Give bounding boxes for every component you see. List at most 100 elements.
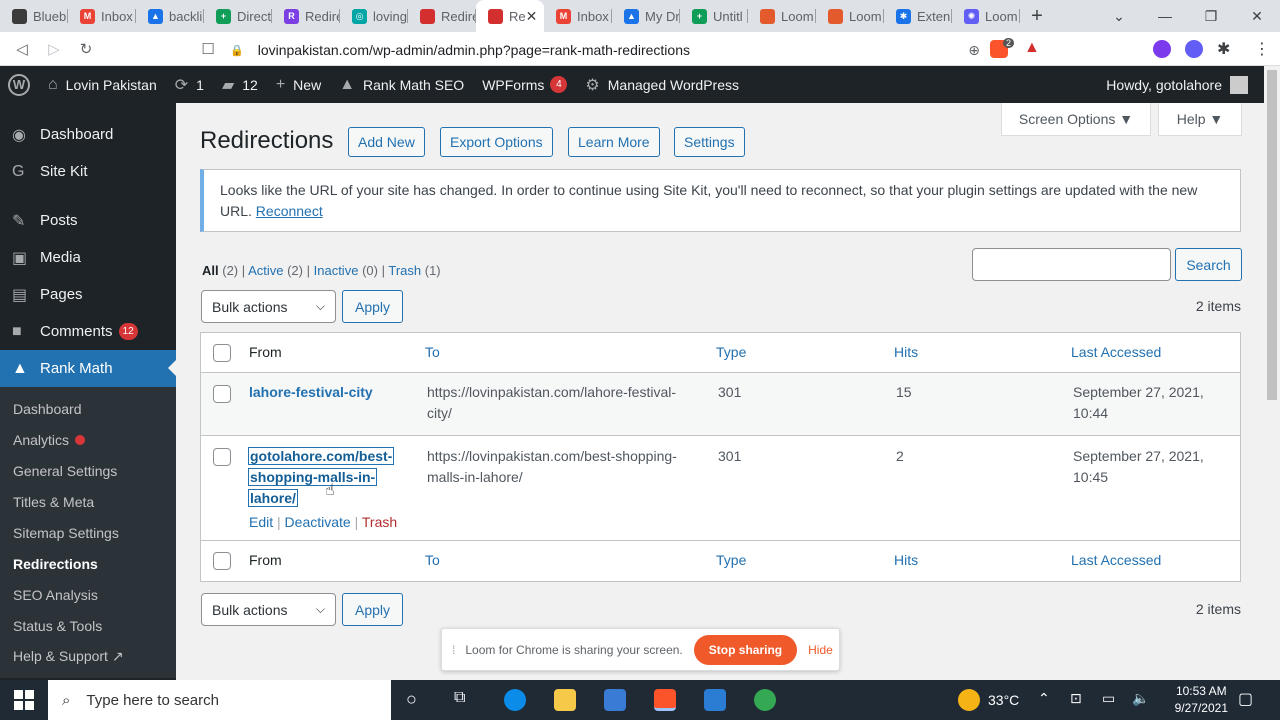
- store-icon[interactable]: [604, 689, 626, 711]
- reconnect-link[interactable]: Reconnect: [256, 203, 323, 219]
- minimize-button[interactable]: —: [1142, 8, 1188, 24]
- hide-button[interactable]: Hide: [808, 643, 833, 657]
- notifications-icon[interactable]: ▢: [1238, 689, 1253, 709]
- browser-tab[interactable]: M Inbox: [68, 0, 136, 32]
- row-checkbox[interactable]: [213, 448, 231, 466]
- taskbar-search-box[interactable]: ⌕ Type here to search: [48, 680, 391, 720]
- submenu-item[interactable]: Status & Tools: [0, 610, 176, 641]
- browser-tab[interactable]: ◎ loving: [340, 0, 408, 32]
- sidebar-item-pages[interactable]: ▤ Pages: [0, 276, 176, 313]
- sidebar-item-dashboard[interactable]: ◉ Dashboard: [0, 116, 176, 153]
- column-hits[interactable]: Hits: [894, 342, 918, 363]
- view-inactive[interactable]: Inactive: [314, 263, 359, 278]
- browser-tab[interactable]: Loom: [748, 0, 816, 32]
- browser-tab[interactable]: ✱ Exten: [884, 0, 952, 32]
- page-scrollbar[interactable]: [1264, 66, 1280, 680]
- chrome-menu-icon[interactable]: ⋮: [1254, 39, 1270, 59]
- sidebar-item-posts[interactable]: ✎ Posts: [0, 202, 176, 239]
- column-to[interactable]: To: [425, 342, 440, 363]
- select-all-checkbox[interactable]: [213, 344, 231, 362]
- zoom-icon[interactable]: ⊕: [968, 42, 980, 59]
- bulk-actions-select-top[interactable]: Bulk actions ⌵: [201, 290, 336, 323]
- wordpress-logo-icon[interactable]: W: [8, 73, 30, 96]
- browser-tab[interactable]: ▲ My Dr: [612, 0, 680, 32]
- updates-link[interactable]: ⟳ 1: [175, 75, 204, 95]
- forward-icon[interactable]: ▷: [38, 40, 70, 58]
- edit-link[interactable]: Edit: [249, 514, 273, 530]
- extension-w-icon[interactable]: [1153, 40, 1171, 58]
- mail-icon[interactable]: [704, 689, 726, 711]
- address-bar[interactable]: 🔒 lovinpakistan.com/wp-admin/admin.php?p…: [230, 38, 980, 62]
- comments-link[interactable]: ▰ 12: [222, 75, 258, 95]
- wpforms-link[interactable]: WPForms 4: [482, 76, 568, 93]
- export-options-button[interactable]: Export Options: [440, 127, 553, 157]
- add-new-button[interactable]: Add New: [348, 127, 425, 157]
- row-checkbox[interactable]: [213, 385, 231, 403]
- settings-button[interactable]: Settings: [674, 127, 745, 157]
- brave-rewards-icon[interactable]: ▲: [1024, 39, 1040, 57]
- managed-wordpress-link[interactable]: ⚙ Managed WordPress: [585, 75, 739, 95]
- howdy-account-link[interactable]: Howdy, gotolahore: [1106, 66, 1248, 103]
- sidebar-item-rank-math[interactable]: ▲ Rank Math: [0, 350, 176, 387]
- submenu-item[interactable]: Sitemap Settings: [0, 517, 176, 548]
- column-type[interactable]: Type: [716, 550, 746, 571]
- tray-chevron-icon[interactable]: ⌃: [1038, 690, 1050, 707]
- cortana-icon[interactable]: ○: [406, 689, 417, 710]
- browser-tab[interactable]: + Direct: [204, 0, 272, 32]
- redirect-from-link[interactable]: gotolahore.com/best- shopping-malls-in- …: [247, 446, 395, 509]
- rank-math-seo-link[interactable]: ▲ Rank Math SEO: [339, 76, 464, 94]
- browser-tab[interactable]: Blueb: [0, 0, 68, 32]
- help-button[interactable]: Help ▼: [1158, 103, 1242, 136]
- loom-extension-icon[interactable]: [1185, 40, 1203, 58]
- taskbar-clock[interactable]: 10:53 AM 9/27/2021: [1175, 683, 1228, 717]
- sidebar-item-media[interactable]: ▣ Media: [0, 239, 176, 276]
- chrome-taskbar-icon[interactable]: [754, 689, 776, 711]
- file-explorer-icon[interactable]: [554, 689, 576, 711]
- network-icon[interactable]: ⊡: [1070, 690, 1082, 707]
- browser-tab[interactable]: + Untitl: [680, 0, 748, 32]
- apply-button-top[interactable]: Apply: [342, 290, 403, 323]
- bulk-actions-select-bottom[interactable]: Bulk actions ⌵: [201, 593, 336, 626]
- site-name-link[interactable]: ⌂ Lovin Pakistan: [48, 76, 157, 94]
- apply-button-bottom[interactable]: Apply: [342, 593, 403, 626]
- stop-sharing-button[interactable]: Stop sharing: [693, 634, 798, 665]
- submenu-item[interactable]: Titles & Meta: [0, 486, 176, 517]
- brave-taskbar-icon[interactable]: [654, 689, 676, 711]
- browser-tab[interactable]: Redire: [408, 0, 476, 32]
- reload-icon[interactable]: ↻: [70, 40, 102, 58]
- weather-icon[interactable]: [958, 689, 980, 711]
- column-type[interactable]: Type: [716, 342, 746, 363]
- browser-tab[interactable]: ▲ backli: [136, 0, 204, 32]
- select-all-checkbox-footer[interactable]: [213, 552, 231, 570]
- sidebar-item-comments[interactable]: ■ Comments 12: [0, 313, 176, 350]
- submenu-item[interactable]: Redirections: [0, 548, 176, 579]
- screen-options-button[interactable]: Screen Options ▼: [1001, 103, 1151, 136]
- search-button[interactable]: Search: [1175, 248, 1242, 281]
- battery-icon[interactable]: ▭: [1102, 690, 1115, 707]
- maximize-button[interactable]: ❐: [1188, 8, 1234, 25]
- bookmark-icon[interactable]: ☐: [192, 40, 224, 58]
- redirect-from-link[interactable]: lahore-festival-city: [249, 382, 373, 403]
- submenu-item[interactable]: SEO Analysis: [0, 579, 176, 610]
- volume-icon[interactable]: 🔈: [1132, 690, 1149, 707]
- trash-link[interactable]: Trash: [362, 514, 397, 530]
- task-view-icon[interactable]: ⧉: [454, 689, 465, 707]
- new-content-link[interactable]: + New: [276, 76, 321, 94]
- browser-tab[interactable]: M Inbox: [544, 0, 612, 32]
- edge-icon[interactable]: [504, 689, 526, 711]
- browser-tab[interactable]: Loom: [816, 0, 884, 32]
- back-icon[interactable]: ◁: [6, 40, 38, 58]
- scrollbar-thumb[interactable]: [1267, 70, 1277, 400]
- view-all[interactable]: All: [202, 263, 219, 278]
- new-tab-button[interactable]: +: [1020, 5, 1054, 28]
- learn-more-button[interactable]: Learn More: [568, 127, 660, 157]
- submenu-item[interactable]: Help & Support ↗: [0, 641, 176, 672]
- view-active[interactable]: Active: [248, 263, 283, 278]
- extensions-puzzle-icon[interactable]: ✱: [1217, 39, 1230, 59]
- browser-tab[interactable]: R Redire: [272, 0, 340, 32]
- submenu-item[interactable]: Analytics: [0, 424, 176, 455]
- column-hits[interactable]: Hits: [894, 550, 918, 571]
- view-trash[interactable]: Trash: [388, 263, 421, 278]
- browser-tab[interactable]: ✺ Loom: [952, 0, 1020, 32]
- submenu-item[interactable]: Dashboard: [0, 393, 176, 424]
